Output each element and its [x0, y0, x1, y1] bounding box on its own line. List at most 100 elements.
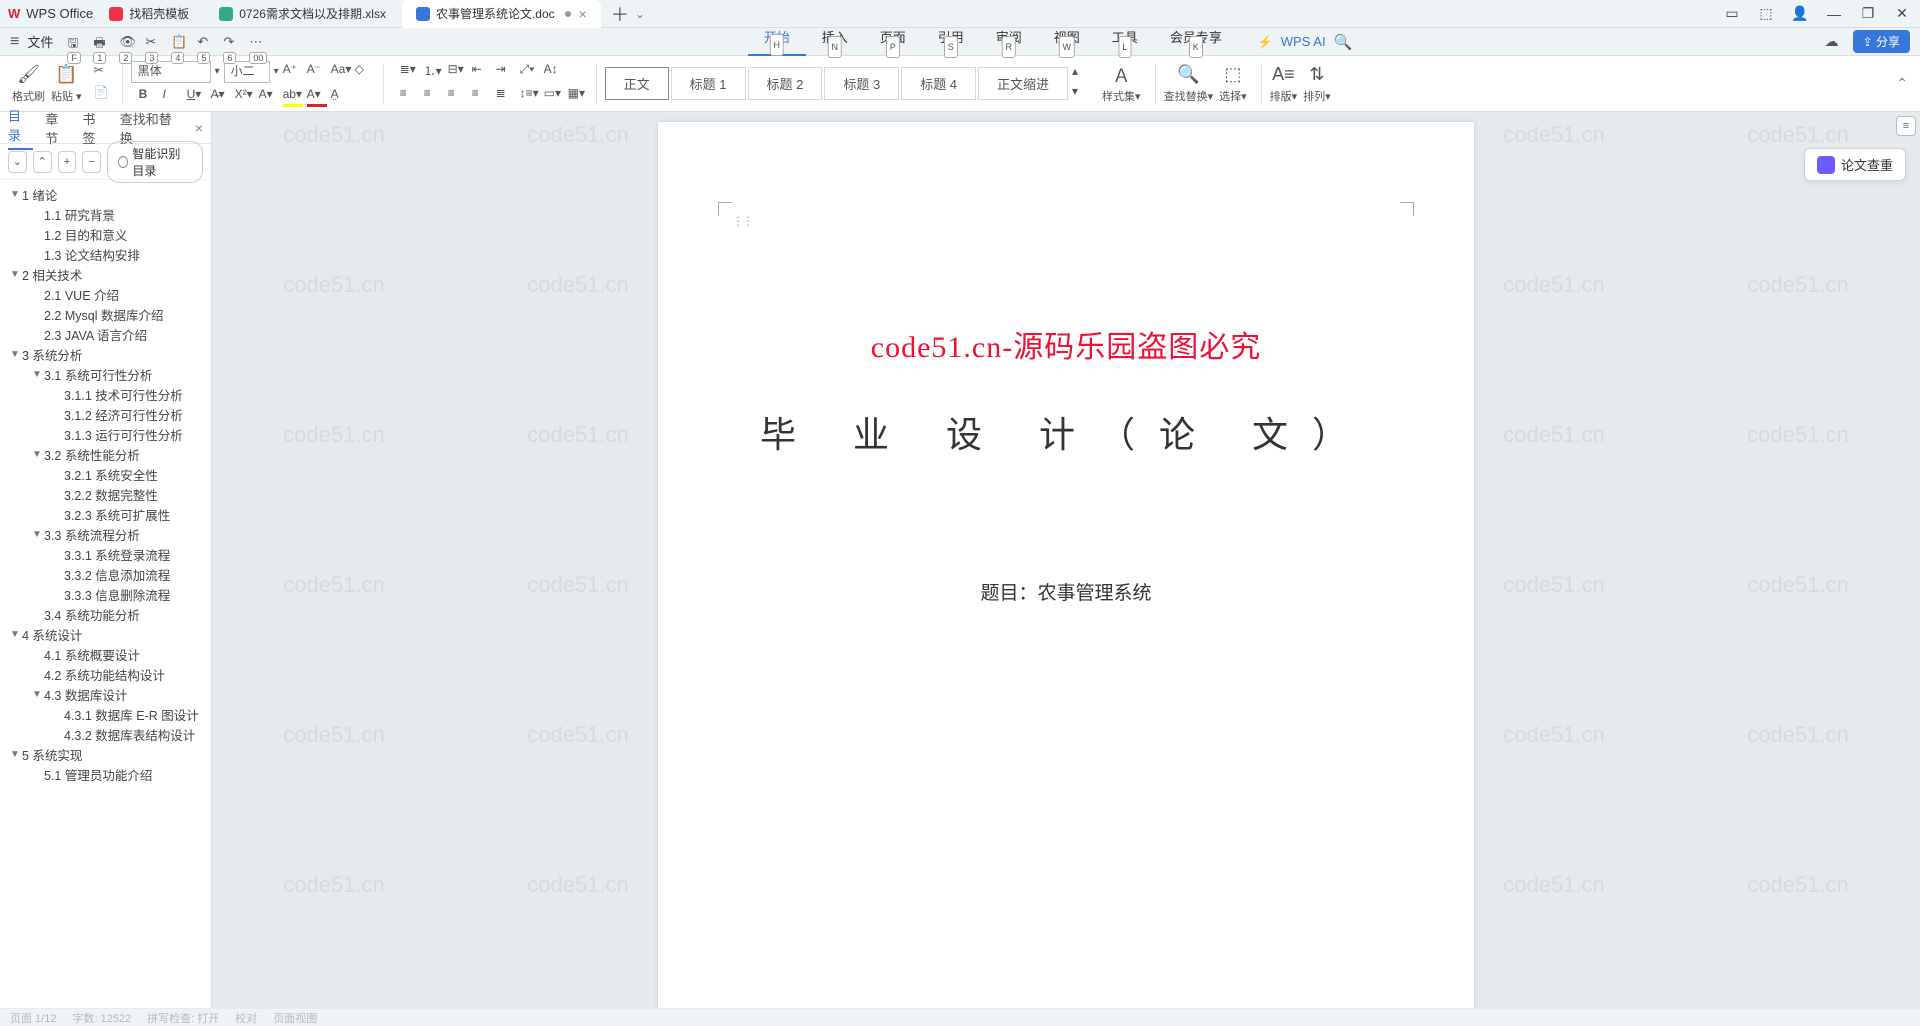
font-name-select[interactable]: 黑体 [131, 61, 211, 83]
toc-node[interactable]: ▼4.3 数据库设计 [6, 684, 211, 704]
redo-quick-icon[interactable]: ↷6 [223, 34, 239, 50]
line-spacing-icon[interactable]: ↕≡▾ [520, 86, 540, 106]
toc-node[interactable]: 1.3 论文结构安排 [6, 244, 211, 264]
toc-node[interactable]: ▼1 绪论 [6, 184, 211, 204]
borders-icon[interactable]: ▦▾ [568, 86, 588, 106]
copy-icon[interactable]: 📄 [94, 85, 114, 105]
undo-quick-icon[interactable]: ↶5 [197, 34, 213, 50]
style-heading1[interactable]: 标题 1 [671, 67, 746, 100]
cut-icon[interactable]: ✂ [94, 63, 114, 83]
ribbon-tab-member[interactable]: 会员专享K [1154, 28, 1238, 56]
toc-node[interactable]: 3.4 系统功能分析 [6, 604, 211, 624]
copy-quick-icon[interactable]: 📋4 [171, 34, 187, 50]
decrease-font-icon[interactable]: A⁻ [307, 62, 327, 82]
toc-node[interactable]: ▼5 系统实现 [6, 744, 211, 764]
hamburger-icon[interactable]: ≡ [10, 33, 19, 51]
toc-node[interactable]: 4.3.2 数据库表结构设计 [6, 724, 211, 744]
toc-node[interactable]: 2.2 Mysql 数据库介绍 [6, 304, 211, 324]
toc-node[interactable]: 3.2.2 数据完整性 [6, 484, 211, 504]
toc-node[interactable]: 3.2.3 系统可扩展性 [6, 504, 211, 524]
toc-node[interactable]: ▼4 系统设计 [6, 624, 211, 644]
bullets-icon[interactable]: ≣▾ [400, 62, 420, 82]
text-direction-icon[interactable]: ⤢▾ [520, 62, 540, 82]
toc-node[interactable]: 2.3 JAVA 语言介绍 [6, 324, 211, 344]
select-button[interactable]: ⬚选择▾ [1219, 64, 1247, 104]
drag-handle-icon[interactable]: ⋮⋮ [732, 214, 752, 228]
paste-button[interactable]: 📋粘贴 ▾ [51, 64, 82, 104]
user-avatar-icon[interactable]: 👤 [1790, 5, 1810, 22]
shading-icon[interactable]: ▭▾ [544, 86, 564, 106]
close-sidebar-icon[interactable]: × [195, 120, 203, 136]
toc-node[interactable]: ▼3.2 系统性能分析 [6, 444, 211, 464]
toc-node[interactable]: 3.3.2 信息添加流程 [6, 564, 211, 584]
word-count[interactable]: 字数: 12522 [72, 1010, 131, 1026]
ruler-toggle-icon[interactable]: ≡ [1896, 116, 1916, 136]
proof-status[interactable]: 校对 [235, 1010, 257, 1026]
increase-indent-icon[interactable]: ⇥ [496, 62, 516, 82]
remove-node-icon[interactable]: − [82, 151, 101, 173]
close-window-icon[interactable]: ✕ [1892, 5, 1912, 22]
toc-node[interactable]: ▼3 系统分析 [6, 344, 211, 364]
underline-icon[interactable]: U▾ [187, 87, 207, 107]
text-effects-icon[interactable]: A▾ [259, 87, 279, 107]
find-replace-button[interactable]: 🔍查找替换▾ [1164, 64, 1214, 104]
page-indicator[interactable]: 页面 1/12 [10, 1010, 56, 1026]
tab-xlsx[interactable]: 0726需求文档以及排期.xlsx [205, 0, 400, 28]
maximize-icon[interactable]: ❐ [1858, 5, 1878, 22]
style-heading2[interactable]: 标题 2 [748, 67, 823, 100]
minimize-icon[interactable]: — [1824, 6, 1844, 22]
toc-node[interactable]: 4.2 系统功能结构设计 [6, 664, 211, 684]
format-brush-button[interactable]: 🖌格式刷 [12, 64, 45, 104]
sidetab-toc[interactable]: 目录 [8, 106, 33, 150]
view-mode[interactable]: 页面视图 [273, 1010, 317, 1026]
filter-dropdown-icon[interactable]: ⌄ [8, 151, 27, 173]
align-left-icon[interactable]: ≡ [400, 86, 420, 106]
toc-tree[interactable]: ▼1 绪论1.1 研究背景1.2 目的和意义1.3 论文结构安排▼2 相关技术2… [0, 180, 211, 1008]
distributed-icon[interactable]: ≣ [496, 86, 516, 106]
clear-format-icon[interactable]: ◇ [355, 62, 375, 82]
preview-quick-icon[interactable]: 👁2 [119, 34, 135, 50]
layout-button[interactable]: A≡排版▾ [1270, 64, 1298, 104]
collapse-up-icon[interactable]: ⌃ [33, 151, 52, 173]
toc-node[interactable]: ▼2 相关技术 [6, 264, 211, 284]
close-tab-icon[interactable]: × [579, 6, 587, 22]
sidetab-chapter[interactable]: 章节 [45, 109, 70, 147]
smart-recognize-button[interactable]: 智能识别目录 [107, 141, 203, 183]
share-button[interactable]: ⇪ 分享 [1853, 30, 1910, 53]
increase-font-icon[interactable]: A⁺ [283, 62, 303, 82]
tab-menu-icon[interactable]: ⌄ [635, 7, 645, 21]
align-justify-icon[interactable]: ≡ [472, 86, 492, 106]
spellcheck-status[interactable]: 拼写检查: 打开 [147, 1010, 219, 1026]
toc-node[interactable]: 1.2 目的和意义 [6, 224, 211, 244]
tab-doc-active[interactable]: 农事管理系统论文.doc× [402, 0, 601, 28]
collapse-ribbon-icon[interactable]: ⌃ [1896, 75, 1908, 92]
numbering-icon[interactable]: ⒈▾ [424, 62, 444, 82]
toc-node[interactable]: 1.1 研究背景 [6, 204, 211, 224]
bold-icon[interactable]: B [139, 87, 159, 107]
cut-quick-icon[interactable]: ✂3 [145, 34, 161, 50]
sidetab-bookmark[interactable]: 书签 [83, 109, 108, 147]
ribbon-tab-insert[interactable]: 插入N [806, 28, 864, 56]
font-color-icon[interactable]: A▾ [307, 87, 327, 107]
ribbon-tab-start[interactable]: 开始H [748, 28, 806, 56]
new-tab-button[interactable]: ＋ [611, 1, 629, 27]
toc-node[interactable]: 3.1.1 技术可行性分析 [6, 384, 211, 404]
align-center-icon[interactable]: ≡ [424, 86, 444, 106]
save-quick-icon[interactable]: 🖫F [67, 34, 83, 50]
toc-node[interactable]: 2.1 VUE 介绍 [6, 284, 211, 304]
arrange-button[interactable]: ⇅排列▾ [1303, 64, 1331, 104]
sort-icon[interactable]: A↕ [544, 62, 564, 82]
toc-node[interactable]: ▼3.1 系统可行性分析 [6, 364, 211, 384]
cloud-icon[interactable]: ☁ [1825, 33, 1839, 50]
tab-template[interactable]: 找稻壳模板 [95, 0, 203, 28]
search-icon[interactable]: 🔍 [1334, 33, 1353, 51]
decrease-indent-icon[interactable]: ⇤ [472, 62, 492, 82]
ribbon-tab-reference[interactable]: 引用S [922, 28, 980, 56]
style-heading3[interactable]: 标题 3 [824, 67, 899, 100]
print-quick-icon[interactable]: 🖶1 [93, 34, 109, 50]
toc-node[interactable]: 5.1 管理员功能介绍 [6, 764, 211, 784]
toc-node[interactable]: 3.2.1 系统安全性 [6, 464, 211, 484]
toc-node[interactable]: 4.1 系统概要设计 [6, 644, 211, 664]
ribbon-tab-tools[interactable]: 工具L [1096, 28, 1154, 56]
align-right-icon[interactable]: ≡ [448, 86, 468, 106]
